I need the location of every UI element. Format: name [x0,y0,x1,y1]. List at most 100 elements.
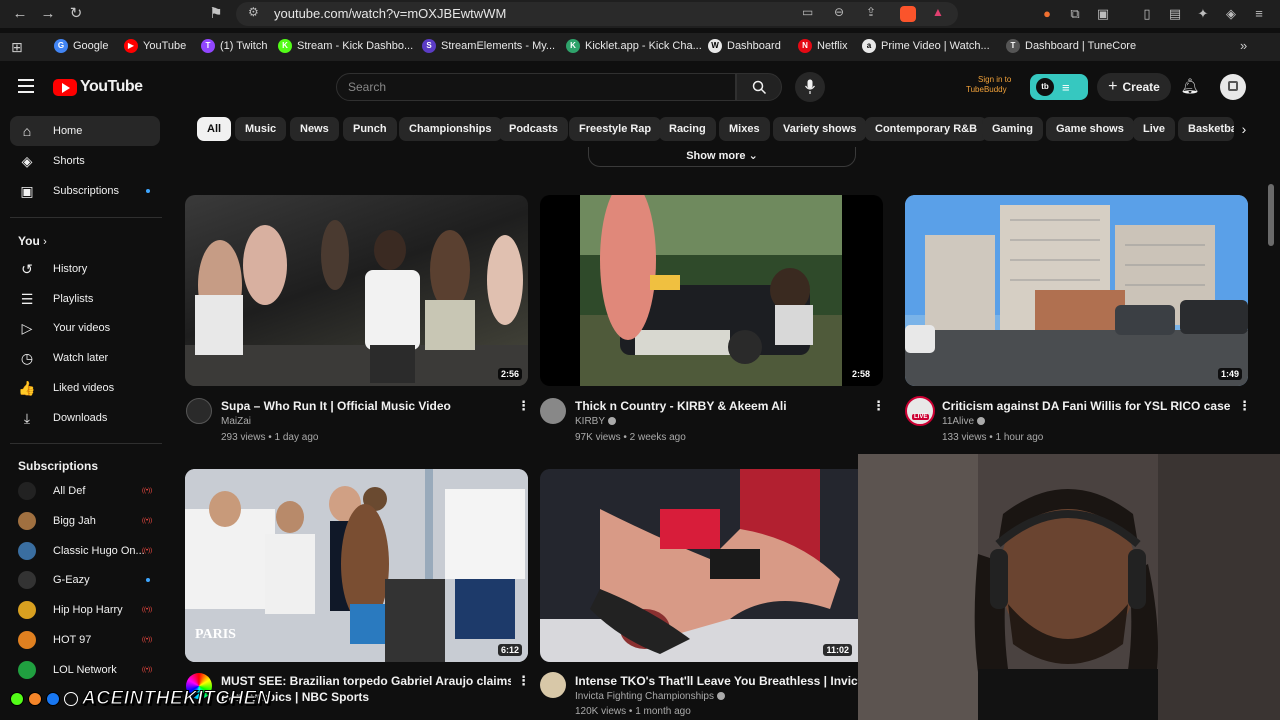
bookmark-item[interactable]: S StreamElements - My... [422,39,555,53]
bookmark-item[interactable]: N Netflix [798,39,848,53]
bookmark-item[interactable]: a Prime Video | Watch... [862,39,990,53]
hamburger-menu-icon[interactable] [18,79,34,93]
more-options-icon[interactable]: ⋮ [517,674,530,688]
sidebar-toggle-icon[interactable]: ▯ [1138,5,1156,23]
share-icon[interactable]: ⇪ [866,5,876,19]
more-options-icon[interactable]: ⋮ [517,399,530,413]
create-button[interactable]: + Create [1097,73,1171,101]
leo-icon[interactable]: ✦ [1194,5,1212,23]
bookmark-item[interactable]: ▶ YouTube [124,39,186,53]
video-title[interactable]: Intense TKO's That'll Leave You Breathle… [575,674,859,688]
video-thumbnail[interactable]: 11:02 [540,469,858,662]
downloads-toolbar-icon[interactable]: ▣ [1094,5,1112,23]
tubebuddy-signin-link[interactable]: Sign in to TubeBuddy [966,75,1011,95]
menu-icon[interactable]: ≡ [1250,5,1268,23]
address-bar[interactable]: ⚙ youtube.com/watch?v=mOXJBEwtwWM ▭ ⊖ ⇪ … [236,2,958,26]
video-thumbnail[interactable]: 2:56 [185,195,528,386]
bookmark-favicon-icon: T [201,39,215,53]
filter-chip[interactable]: Live [1133,117,1176,141]
channel-name[interactable]: Invicta Fighting Championships [575,691,725,702]
cast-icon[interactable]: ▭ [802,5,813,19]
subscription-item[interactable]: Bigg Jah ((•)) [10,506,160,536]
video-title[interactable]: Thick n Country - KIRBY & Akeem Ali [575,399,855,413]
account-avatar[interactable] [1220,74,1246,100]
notifications-bell-icon[interactable]: 🔔︎ [1180,77,1200,97]
filter-chip[interactable]: Game shows [1046,117,1134,141]
video-thumbnail[interactable]: PARIS 6:12 [185,469,528,662]
search-input[interactable]: Search [336,73,736,101]
channel-avatar[interactable] [540,672,566,698]
sidebar-item-history[interactable]: ↺ History [10,254,160,284]
extensions-puzzle-icon[interactable]: ⧉ [1066,5,1084,23]
sidebar-item-home[interactable]: ⌂ Home [10,116,160,146]
video-thumbnail[interactable]: 2:58 [540,195,883,386]
live-icon: ((•)) [142,607,153,613]
channel-avatar[interactable] [186,398,212,424]
bookmark-item[interactable]: T Dashboard | TuneCore [1006,39,1136,53]
sidebar-divider [10,217,162,218]
filter-chip[interactable]: Variety shows [773,117,867,141]
bookmark-item[interactable]: K Kicklet.app - Kick Cha... [566,39,702,53]
zoom-icon[interactable]: ⊖ [834,5,844,19]
filter-chip[interactable]: News [290,117,339,141]
sidebar-item-subscriptions[interactable]: ▣ Subscriptions [10,176,160,206]
bookmark-item[interactable]: T (1) Twitch [201,39,267,53]
channel-name[interactable]: KIRBY [575,416,617,427]
sidebar-item-shorts[interactable]: ◈ Shorts [10,146,160,176]
subscription-item[interactable]: All Def ((•)) [10,476,160,506]
wallet-icon[interactable]: ▤ [1166,5,1184,23]
subscription-item[interactable]: G-Eazy [10,565,160,595]
apps-grid-icon[interactable]: ⊞ [11,39,23,56]
more-options-icon[interactable]: ⋮ [1238,399,1251,413]
bookmark-icon[interactable]: ⚑ [206,4,226,24]
search-button[interactable] [736,73,782,101]
more-bookmarks-icon[interactable]: » [1240,38,1247,53]
voice-search-button[interactable] [795,72,825,102]
subscription-item[interactable]: Classic Hugo On... ((•)) [10,536,160,566]
vpn-icon[interactable]: ◈ [1222,5,1240,23]
filter-chip[interactable]: Basketbal [1178,117,1234,141]
more-options-icon[interactable]: ⋮ [872,399,885,413]
video-thumbnail[interactable]: 1:49 [905,195,1248,386]
chevron-right-icon[interactable]: › [1234,117,1254,141]
sidebar-item-downloads[interactable]: ⤓ Downloads [10,403,160,433]
sidebar-item-your-videos[interactable]: ▷ Your videos [10,313,160,343]
rewards-icon[interactable]: ▲ [932,5,944,19]
sidebar-item-liked-videos[interactable]: 👍 Liked videos [10,373,160,403]
subscription-item[interactable]: Hip Hop Harry ((•)) [10,595,160,625]
filter-chip[interactable]: Gaming [982,117,1043,141]
channel-avatar[interactable]: LIVE [905,396,935,426]
subscription-item[interactable]: LOL Network ((•)) [10,655,160,685]
filter-chip[interactable]: Contemporary R&B [865,117,988,141]
extension-icon[interactable]: ● [1038,5,1056,23]
bookmark-item[interactable]: W Dashboard [708,39,781,53]
brave-shield-icon[interactable] [900,6,916,22]
filter-chip[interactable]: All [197,117,232,141]
filter-chip[interactable]: Championships [399,117,502,141]
youtube-logo[interactable]: YouTube [53,78,143,96]
show-more-button[interactable]: Show more ⌄ [588,147,856,167]
filter-chip[interactable]: Music [235,117,287,141]
filter-chip[interactable]: Podcasts [499,117,568,141]
forward-icon[interactable]: → [38,4,58,24]
channel-name[interactable]: MaiZai [221,416,251,427]
bookmark-item[interactable]: G Google [54,39,108,53]
video-title[interactable]: Criticism against DA Fani Willis for YSL… [942,399,1232,413]
sidebar-item-watch-later[interactable]: ◷ Watch later [10,343,160,373]
site-info-icon[interactable]: ⚙ [248,5,259,19]
subscription-item[interactable]: HOT 97 ((•)) [10,625,160,655]
reload-icon[interactable]: ↻ [66,4,86,24]
back-icon[interactable]: ← [10,4,30,24]
filter-chip[interactable]: Racing [659,117,716,141]
video-title[interactable]: Supa – Who Run It | Official Music Video [221,399,501,413]
filter-chip[interactable]: Punch [343,117,397,141]
sidebar-item-playlists[interactable]: ☰ Playlists [10,284,160,314]
filter-chip[interactable]: Freestyle Rap [569,117,662,141]
channel-name[interactable]: 11Alive [942,416,986,427]
page-scrollbar[interactable] [1268,184,1274,246]
you-heading[interactable]: You › [18,234,47,248]
filter-chip[interactable]: Mixes [719,117,770,141]
tubebuddy-toggle[interactable]: tb ≡ [1030,74,1088,100]
channel-avatar[interactable] [540,398,566,424]
bookmark-item[interactable]: K Stream - Kick Dashbo... [278,39,413,53]
